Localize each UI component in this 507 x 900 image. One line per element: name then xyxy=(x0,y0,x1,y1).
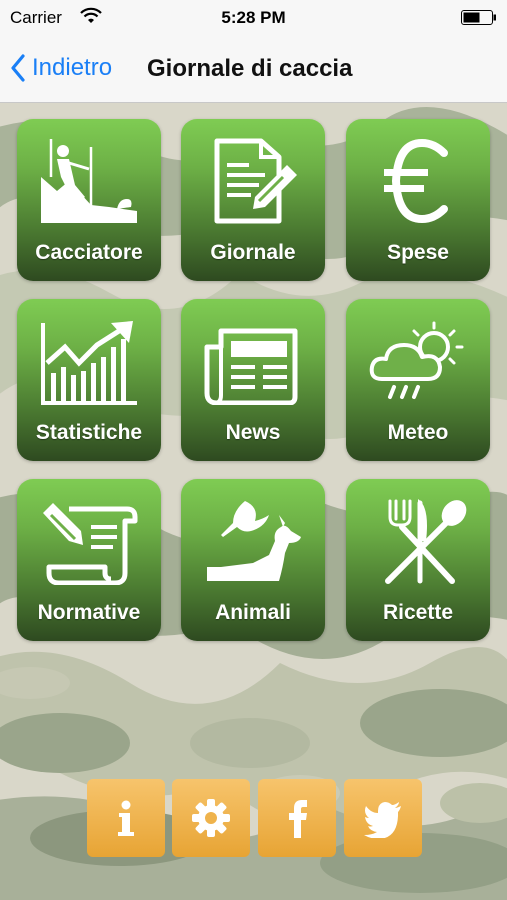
tile-statistiche[interactable]: Statistiche xyxy=(17,299,161,461)
fork-knife-spoon-icon xyxy=(385,499,467,584)
settings-button[interactable] xyxy=(172,779,250,857)
tile-meteo[interactable]: Meteo xyxy=(346,299,490,461)
chevron-left-icon xyxy=(11,54,25,82)
scroll-pen-icon xyxy=(43,503,138,585)
tile-label: Animali xyxy=(215,601,291,624)
tile-label: Spese xyxy=(387,241,449,264)
info-button[interactable] xyxy=(87,779,165,857)
navigation-bar: Indietro Giornale di caccia xyxy=(0,36,507,103)
euro-icon xyxy=(384,138,448,224)
tile-label: Cacciatore xyxy=(35,241,143,264)
newspaper-icon xyxy=(204,328,298,405)
tile-label: Statistiche xyxy=(35,421,143,444)
tile-cacciatore[interactable]: Cacciatore xyxy=(17,119,161,281)
tile-animali[interactable]: Animali xyxy=(181,479,325,641)
chart-up-icon xyxy=(41,321,137,405)
battery-icon xyxy=(461,10,496,25)
tile-label: Ricette xyxy=(382,601,454,624)
tile-label: Giornale xyxy=(210,241,296,264)
facebook-icon xyxy=(289,800,307,838)
back-button[interactable]: Indietro xyxy=(10,50,112,86)
clock: 5:28 PM xyxy=(221,8,286,27)
facebook-button[interactable] xyxy=(258,779,336,857)
tile-spese[interactable]: Spese xyxy=(346,119,490,281)
tile-label: News xyxy=(225,421,281,444)
twitter-button[interactable] xyxy=(344,779,422,857)
journal-edit-icon xyxy=(214,138,297,224)
tile-label: Meteo xyxy=(387,421,449,444)
weather-icon xyxy=(369,321,464,399)
hunter-icon xyxy=(41,139,137,223)
info-icon xyxy=(118,800,134,836)
page-title: Giornale di caccia xyxy=(147,55,353,82)
tile-news[interactable]: News xyxy=(181,299,325,461)
tile-normative[interactable]: Normative xyxy=(17,479,161,641)
settings-gear-icon xyxy=(192,799,230,837)
tile-ricette[interactable]: Ricette xyxy=(346,479,490,641)
animals-icon xyxy=(207,501,301,581)
back-label: Indietro xyxy=(32,54,113,81)
status-bar: Carrier 5:28 PM xyxy=(0,0,507,36)
tile-label: Normative xyxy=(37,601,141,624)
tile-giornale[interactable]: Giornale xyxy=(181,119,325,281)
twitter-icon xyxy=(364,802,401,838)
